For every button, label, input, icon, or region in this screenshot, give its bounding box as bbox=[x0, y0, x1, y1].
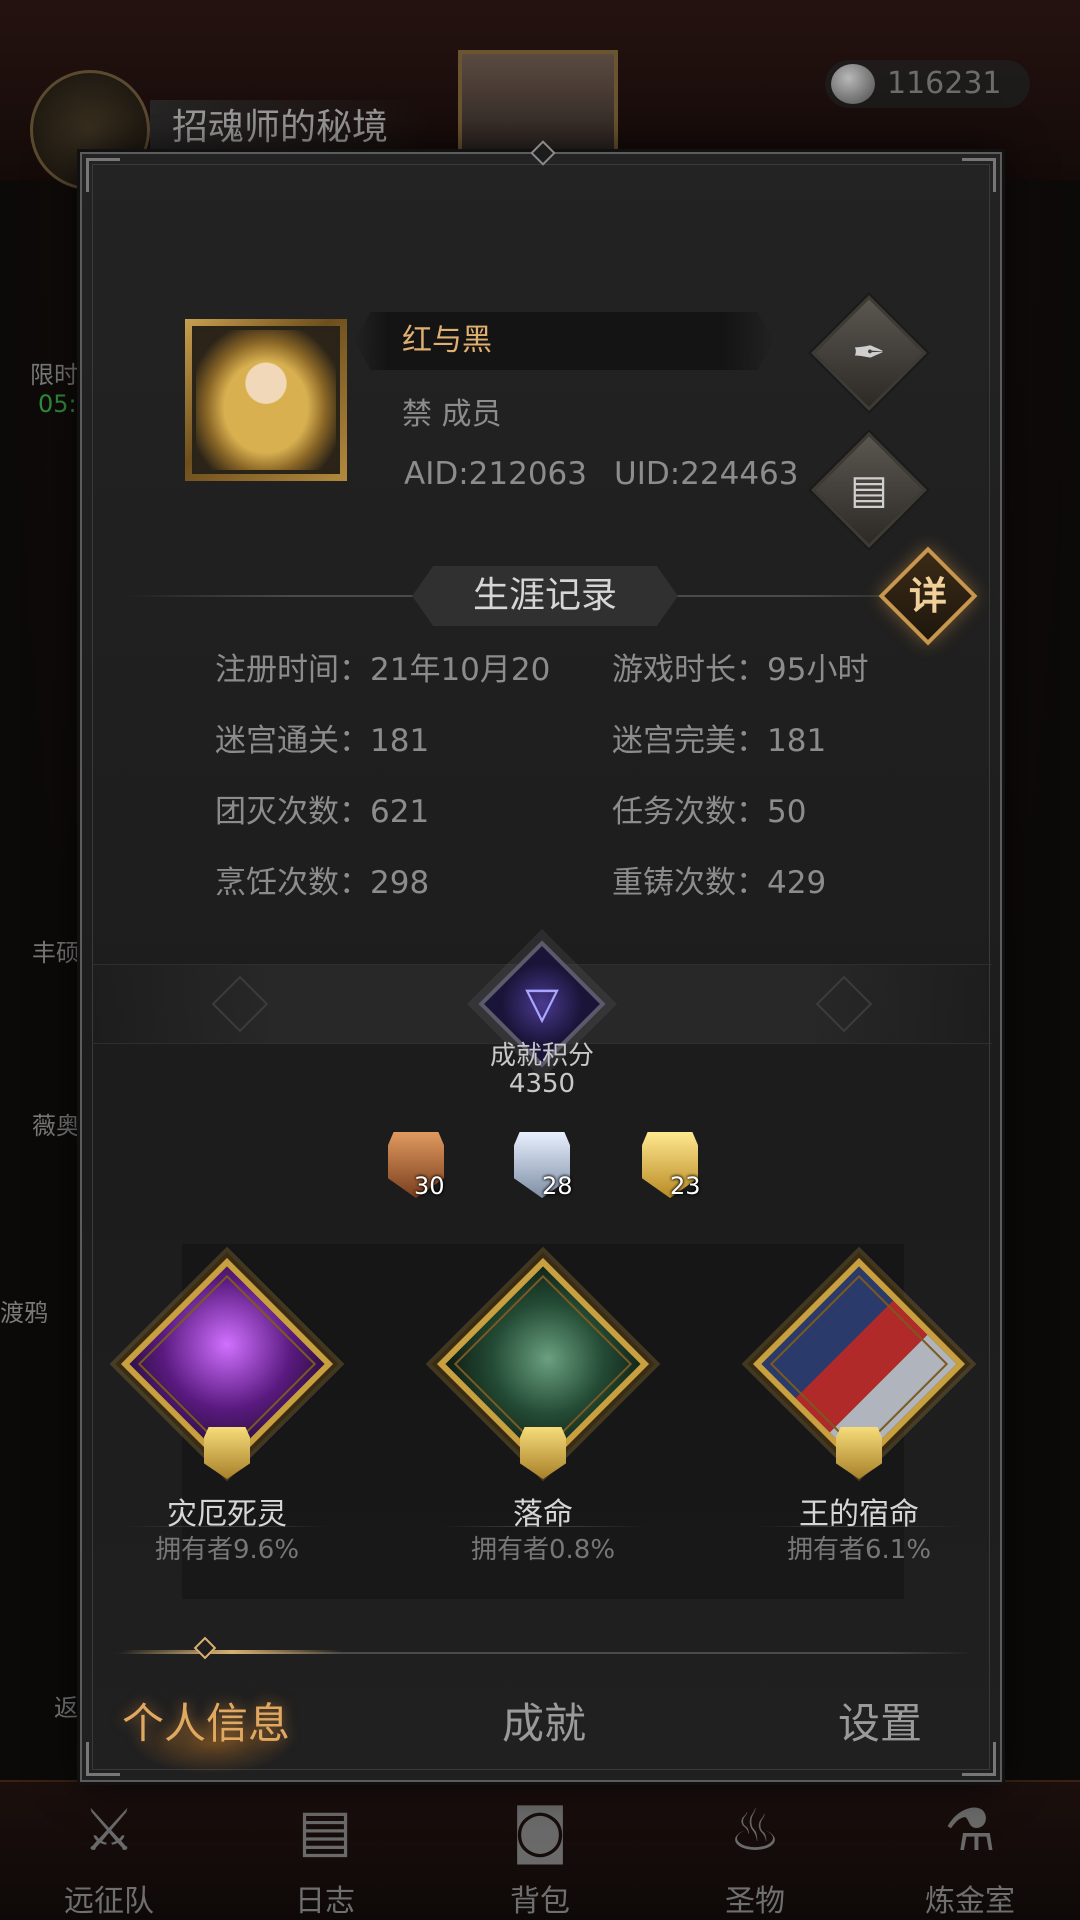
scroll-icon: ▤ bbox=[297, 1796, 353, 1864]
edit-name-button[interactable]: ✒ bbox=[811, 295, 927, 411]
achievement-score-value: 4350 bbox=[508, 1069, 576, 1099]
triangle-star-icon: ▽ bbox=[525, 978, 559, 1029]
corner-ornament bbox=[962, 158, 996, 192]
career-title: 生涯记录 bbox=[472, 575, 617, 616]
stat-label: 烹饪次数： bbox=[215, 865, 370, 901]
corner-ornament bbox=[86, 158, 120, 192]
active-tab-indicator bbox=[122, 1650, 342, 1654]
avatar-image bbox=[192, 326, 340, 474]
profile-modal: 红与黑 禁 成员 AID:212063 UID:224463 ✒ ▤ 生涯记录 … bbox=[80, 140, 1002, 1782]
quill-icon: ✒ bbox=[852, 330, 886, 376]
badge-inner-border bbox=[769, 1274, 949, 1454]
achievement-card[interactable]: 灾厄死灵 拥有者9.6% bbox=[112, 1257, 342, 1579]
nav-label: 远征队 bbox=[64, 1884, 154, 1919]
badge-inner-border bbox=[137, 1274, 317, 1454]
tab-achievements[interactable]: 成就 bbox=[502, 1694, 586, 1754]
side-label-limited[interactable]: 限时 bbox=[30, 355, 78, 390]
silver-medal-count: 28 bbox=[542, 1172, 573, 1200]
stat-quests: 任务次数：50 bbox=[612, 786, 806, 831]
user-id: UID:224463 bbox=[614, 456, 799, 492]
stat-value: 50 bbox=[767, 794, 807, 830]
stat-play-time: 游戏时长：95小时 bbox=[612, 644, 868, 689]
side-label-return[interactable]: 返 bbox=[54, 1688, 78, 1723]
realm-title: 招魂师的秘境 bbox=[150, 100, 430, 156]
badge-inner-border bbox=[453, 1274, 633, 1454]
coin-icon bbox=[831, 64, 875, 104]
stat-label: 团灭次数： bbox=[215, 794, 370, 830]
stat-value: 298 bbox=[370, 865, 430, 901]
achievement-name: 王的宿命 bbox=[799, 1497, 919, 1532]
viking-helmet-icon: ⚔ bbox=[83, 1796, 135, 1864]
tab-personal-info[interactable]: 个人信息 bbox=[122, 1694, 290, 1754]
stat-value: 429 bbox=[767, 865, 827, 901]
achievement-name: 灾厄死灵 bbox=[167, 1497, 287, 1532]
scroll-copy-icon: ▤ bbox=[850, 467, 888, 513]
stat-maze-clear: 迷宫通关：181 bbox=[215, 715, 429, 760]
stat-cooking: 烹饪次数：298 bbox=[215, 857, 429, 902]
gold-rank-icon bbox=[204, 1427, 250, 1479]
nav-expedition[interactable]: ⚔ 远征队 bbox=[24, 1790, 194, 1920]
achievement-owners: 拥有者6.1% bbox=[786, 1535, 932, 1565]
stat-register-time: 注册时间：21年10月20 bbox=[215, 644, 550, 689]
achievement-card[interactable]: 王的宿命 拥有者6.1% bbox=[744, 1257, 974, 1579]
stat-value: 21年10月20 bbox=[370, 652, 551, 688]
gold-rank-icon bbox=[836, 1427, 882, 1479]
side-label-raven[interactable]: 渡鸦 bbox=[0, 1293, 48, 1328]
player-name: 红与黑 bbox=[402, 323, 492, 358]
torch-icon: ♨ bbox=[729, 1796, 781, 1864]
nav-label: 背包 bbox=[510, 1884, 570, 1919]
backpack-icon: ◙ bbox=[511, 1796, 569, 1864]
account-id: AID:212063 bbox=[404, 456, 588, 492]
achievement-score-label: 成就积分 bbox=[489, 1041, 594, 1071]
nav-label: 圣物 bbox=[725, 1884, 785, 1919]
gold-rank-icon bbox=[520, 1427, 566, 1479]
side-label-timer: 05: bbox=[38, 390, 77, 418]
gold-medal-count: 23 bbox=[670, 1172, 701, 1200]
stat-value: 181 bbox=[767, 723, 827, 759]
stat-value: 181 bbox=[370, 723, 430, 759]
stat-label: 注册时间： bbox=[215, 652, 370, 688]
stat-label: 任务次数： bbox=[612, 794, 767, 830]
tab-settings[interactable]: 设置 bbox=[838, 1694, 922, 1754]
corner-ornament bbox=[962, 1742, 996, 1776]
stat-label: 游戏时长： bbox=[612, 652, 767, 688]
achievement-owners: 拥有者9.6% bbox=[154, 1535, 300, 1565]
achievement-card[interactable]: 落命 拥有者0.8% bbox=[428, 1257, 658, 1579]
active-tab-marker bbox=[193, 1636, 217, 1660]
nav-journal[interactable]: ▤ 日志 bbox=[240, 1790, 410, 1920]
nav-backpack[interactable]: ◙ 背包 bbox=[455, 1790, 625, 1920]
achievement-owners: 拥有者0.8% bbox=[470, 1535, 616, 1565]
stat-team-wipe: 团灭次数：621 bbox=[215, 786, 429, 831]
nav-relics[interactable]: ♨ 圣物 bbox=[670, 1790, 840, 1920]
bronze-medal-count: 30 bbox=[414, 1172, 445, 1200]
copy-id-button[interactable]: ▤ bbox=[811, 432, 927, 548]
stat-reforge: 重铸次数：429 bbox=[612, 857, 826, 902]
stat-label: 迷宫完美： bbox=[612, 723, 767, 759]
detail-label: 详 bbox=[908, 574, 947, 618]
corner-ornament bbox=[86, 1742, 120, 1776]
side-label-viola[interactable]: 薇奥 bbox=[32, 1106, 80, 1141]
currency-amount: 116231 bbox=[887, 66, 1002, 101]
player-guild: 禁 成员 bbox=[402, 397, 502, 432]
nav-label: 日志 bbox=[295, 1884, 355, 1919]
stat-label: 迷宫通关： bbox=[215, 723, 370, 759]
currency-display: 116231 bbox=[825, 60, 1030, 108]
achievement-name: 落命 bbox=[513, 1497, 573, 1532]
stat-label: 重铸次数： bbox=[612, 865, 767, 901]
side-label-harvest[interactable]: 丰硕 bbox=[32, 933, 80, 968]
avatar[interactable] bbox=[185, 319, 347, 481]
stat-value: 621 bbox=[370, 794, 430, 830]
career-detail-button[interactable]: 详 bbox=[878, 546, 978, 646]
stat-maze-perfect: 迷宫完美：181 bbox=[612, 715, 826, 760]
nav-label: 炼金室 bbox=[925, 1884, 1015, 1919]
nav-alchemy[interactable]: ⚗ 炼金室 bbox=[885, 1790, 1055, 1920]
stat-value: 95小时 bbox=[767, 652, 869, 688]
alchemy-icon: ⚗ bbox=[944, 1796, 996, 1864]
